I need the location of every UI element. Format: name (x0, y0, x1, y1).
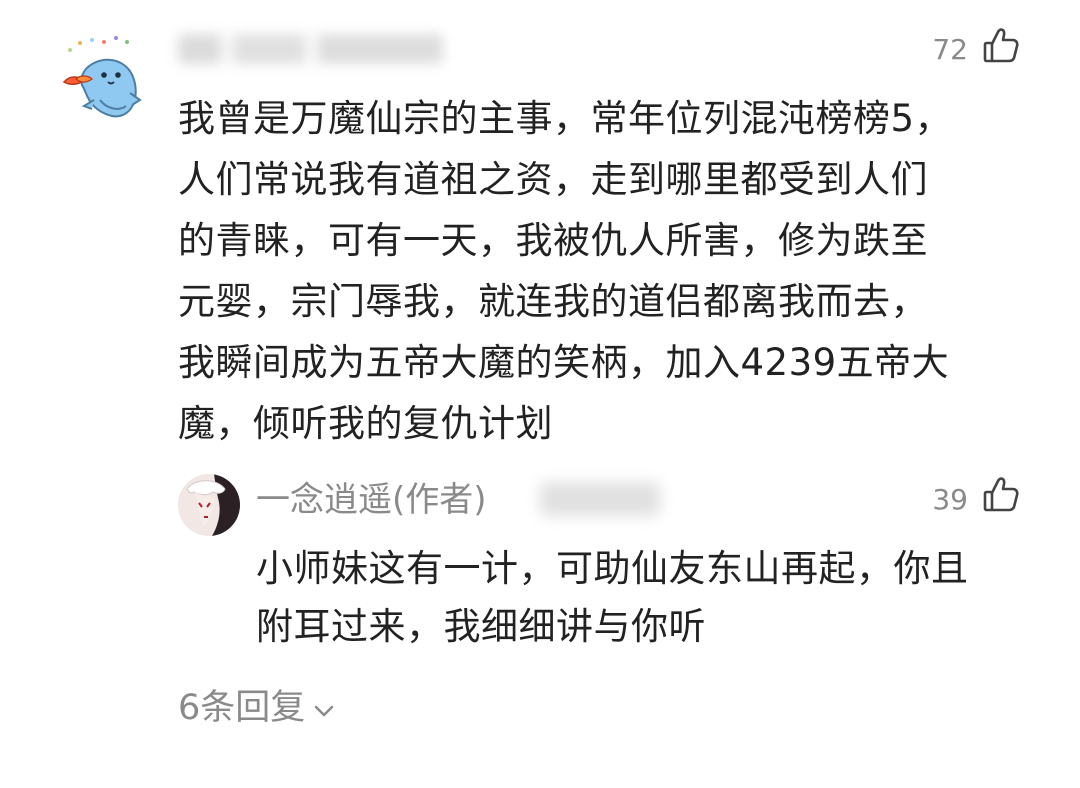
commenter-avatar[interactable] (52, 30, 152, 130)
comment-text-line: 的青睐，可有一天，我被仇人所害，修为跌至 (178, 219, 928, 262)
thumbs-up-icon[interactable] (980, 474, 1022, 516)
comment-text-line: 我瞬间成为五帝大魔的笑柄，加入4239五帝大 (178, 341, 950, 384)
view-more-replies-button[interactable]: 6条回复 (178, 684, 335, 732)
comment-like-count: 72 (932, 33, 968, 66)
reply-author-name[interactable]: 一念逍遥(作者) (256, 478, 487, 522)
reply-like-count: 39 (932, 483, 968, 516)
more-replies-label: 6条回复 (178, 688, 306, 728)
cartoon-dolphin-icon (52, 30, 152, 130)
comment-text: 我曾是万魔仙宗的主事，常年位列混沌榜榜5， 人们常说我有道祖之资，走到哪里都受到… (178, 88, 1008, 454)
comment-text-line: 人们常说我有道祖之资，走到哪里都受到人们 (178, 158, 928, 201)
comment-text-line: 我曾是万魔仙宗的主事，常年位列混沌榜榜5， (178, 97, 953, 140)
comment-text-line: 元婴，宗门辱我，就连我的道侣都离我而去， (178, 280, 928, 323)
reply-extra-redacted (540, 482, 660, 516)
chevron-down-icon (315, 705, 334, 717)
reply-text-line: 小师妹这有一计，可助仙友东山再起，你且 (256, 547, 969, 590)
author-avatar[interactable] (178, 474, 240, 536)
reply-text: 小师妹这有一计，可助仙友东山再起，你且 附耳过来，我细细讲与你听 (256, 540, 1046, 656)
commenter-username-redacted (178, 34, 443, 64)
thumbs-up-icon[interactable] (980, 25, 1022, 67)
comment-text-line: 魔，倾听我的复仇计划 (178, 402, 553, 445)
reply-text-line: 附耳过来，我细细讲与你听 (256, 605, 706, 648)
author-portrait-icon (178, 474, 240, 536)
